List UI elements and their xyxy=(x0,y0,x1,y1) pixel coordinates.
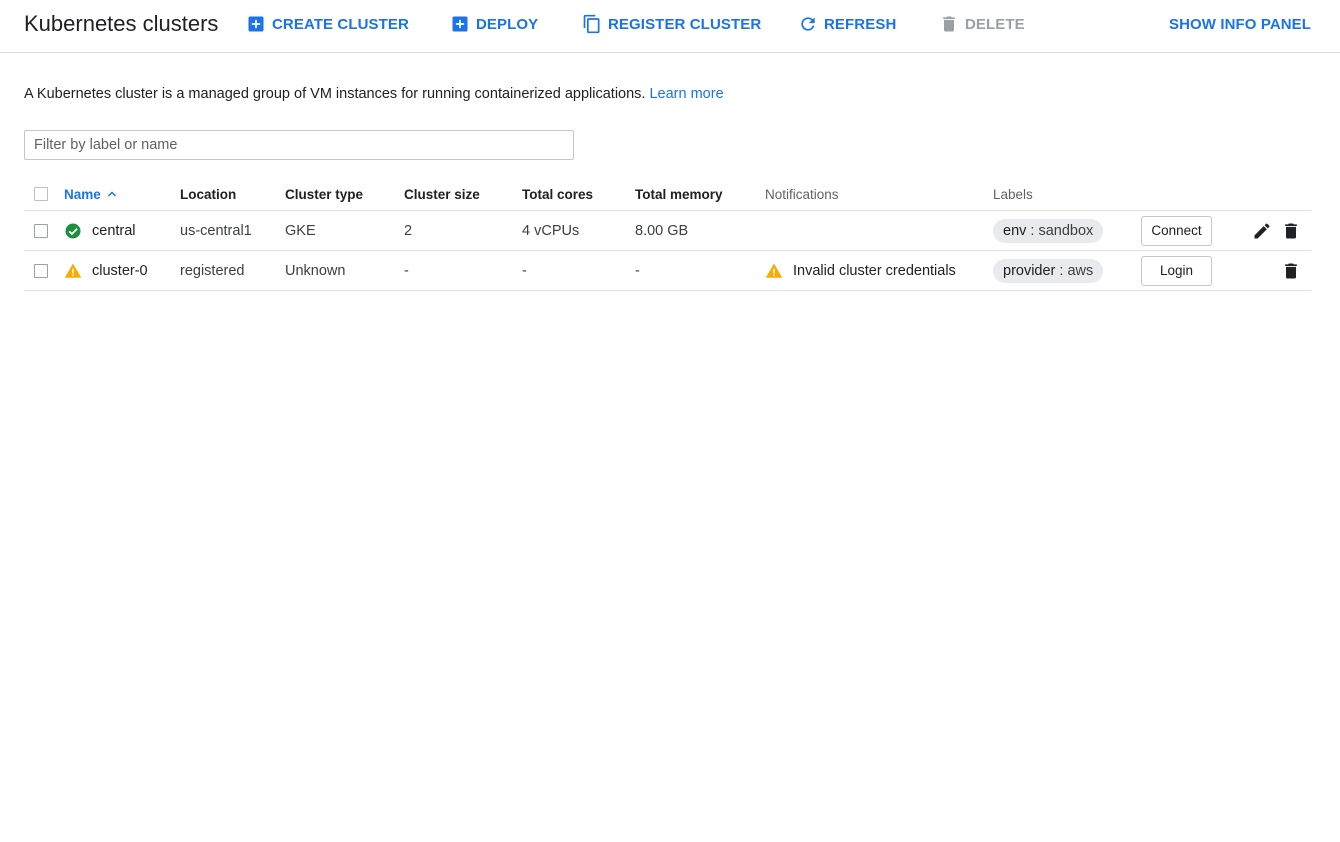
check-circle-icon xyxy=(65,223,81,238)
delete-row-cell xyxy=(1281,211,1301,250)
register-cluster-button[interactable]: REGISTER CLUSTER xyxy=(582,13,761,35)
notification-text: Invalid cluster credentials xyxy=(793,262,956,279)
column-header-type[interactable]: Cluster type xyxy=(285,178,363,210)
connect-button[interactable]: Connect xyxy=(1141,215,1212,246)
description-text: A Kubernetes cluster is a managed group … xyxy=(24,86,650,102)
label-value: aws xyxy=(1067,262,1094,279)
label-value: sandbox xyxy=(1038,222,1094,239)
column-header-size[interactable]: Cluster size xyxy=(404,178,480,210)
row-checkbox[interactable] xyxy=(34,223,48,238)
sort-ascending-icon xyxy=(107,191,116,197)
row-checkbox-cell xyxy=(34,211,48,250)
delete-button[interactable]: DELETE xyxy=(939,13,1025,35)
select-all-checkbox[interactable] xyxy=(34,187,48,201)
header-checkbox-cell xyxy=(34,178,48,210)
column-header-labels: Labels xyxy=(993,186,1033,202)
cluster-location: registered xyxy=(180,262,245,279)
label-chip: provider : aws xyxy=(993,258,1104,283)
top-toolbar: Kubernetes clusters CREATE CLUSTER DEPLO… xyxy=(0,0,1340,53)
warning-icon xyxy=(64,263,82,278)
column-header-notifications: Notifications xyxy=(765,186,839,202)
refresh-label: REFRESH xyxy=(824,15,897,33)
cluster-size: 2 xyxy=(404,222,413,239)
action-cell: Connect xyxy=(1141,211,1212,250)
column-header-name[interactable]: Name xyxy=(64,178,118,210)
cluster-cores: - xyxy=(522,262,527,279)
cluster-name-link[interactable]: cluster-0 xyxy=(92,263,148,279)
label-separator: : xyxy=(1055,262,1068,279)
filter-input[interactable] xyxy=(24,130,574,160)
cluster-type: Unknown xyxy=(285,262,346,279)
row-checkbox-cell xyxy=(34,251,48,290)
delete-label: DELETE xyxy=(965,15,1025,33)
add-box-icon xyxy=(248,16,264,32)
refresh-button[interactable]: REFRESH xyxy=(798,13,896,35)
refresh-icon xyxy=(801,17,815,31)
cluster-type: GKE xyxy=(285,222,316,239)
page-title: Kubernetes clusters xyxy=(24,11,219,36)
table-row: cluster-0 registered Unknown - - - Inval… xyxy=(24,251,1311,291)
create-cluster-button[interactable]: CREATE CLUSTER xyxy=(246,13,409,35)
deploy-label: DEPLOY xyxy=(476,15,539,33)
cluster-notification-cell: Invalid cluster credentials xyxy=(765,251,956,290)
cluster-name-link[interactable]: central xyxy=(92,223,136,239)
edit-cell xyxy=(1252,211,1272,250)
cluster-name-cell: central xyxy=(64,211,136,250)
column-header-name-label: Name xyxy=(64,186,101,202)
copy-icon xyxy=(583,14,600,34)
cluster-cores: 4 vCPUs xyxy=(522,222,580,239)
edit-pencil-icon[interactable] xyxy=(1252,221,1272,241)
row-checkbox[interactable] xyxy=(34,263,48,278)
create-cluster-label: CREATE CLUSTER xyxy=(272,15,409,33)
delete-row-cell xyxy=(1281,251,1301,290)
register-cluster-label: REGISTER CLUSTER xyxy=(608,15,762,33)
table-header-row: Name Location Cluster type Cluster size … xyxy=(24,178,1311,211)
cluster-memory: - xyxy=(635,262,640,279)
cluster-name-cell: cluster-0 xyxy=(64,251,148,290)
column-header-location[interactable]: Location xyxy=(180,178,236,210)
label-chip: env : sandbox xyxy=(993,218,1104,243)
label-separator: : xyxy=(1026,222,1039,239)
cluster-memory: 8.00 GB xyxy=(635,222,689,239)
trash-icon[interactable] xyxy=(1281,261,1301,281)
label-key: env xyxy=(1003,222,1027,239)
column-header-memory[interactable]: Total memory xyxy=(635,178,723,210)
deploy-button[interactable]: DEPLOY xyxy=(450,13,538,35)
warning-icon xyxy=(765,263,783,278)
learn-more-link[interactable]: Learn more xyxy=(649,86,723,102)
trash-icon xyxy=(943,16,955,32)
cluster-location: us-central1 xyxy=(180,222,252,239)
login-button[interactable]: Login xyxy=(1141,255,1212,286)
action-cell: Login xyxy=(1141,251,1212,290)
cluster-labels-cell: provider : aws xyxy=(993,251,1104,290)
cluster-size: - xyxy=(404,262,409,279)
column-header-cores[interactable]: Total cores xyxy=(522,178,593,210)
page-description: A Kubernetes cluster is a managed group … xyxy=(24,86,724,102)
cluster-labels-cell: env : sandbox xyxy=(993,211,1104,250)
add-box-icon xyxy=(452,16,468,32)
label-key: provider xyxy=(1003,262,1056,279)
table-row: central us-central1 GKE 2 4 vCPUs 8.00 G… xyxy=(24,211,1311,251)
trash-icon[interactable] xyxy=(1281,221,1301,241)
show-info-panel-button[interactable]: SHOW INFO PANEL xyxy=(1169,13,1311,35)
clusters-table: Name Location Cluster type Cluster size … xyxy=(24,178,1311,291)
show-info-panel-label: SHOW INFO PANEL xyxy=(1169,15,1312,33)
